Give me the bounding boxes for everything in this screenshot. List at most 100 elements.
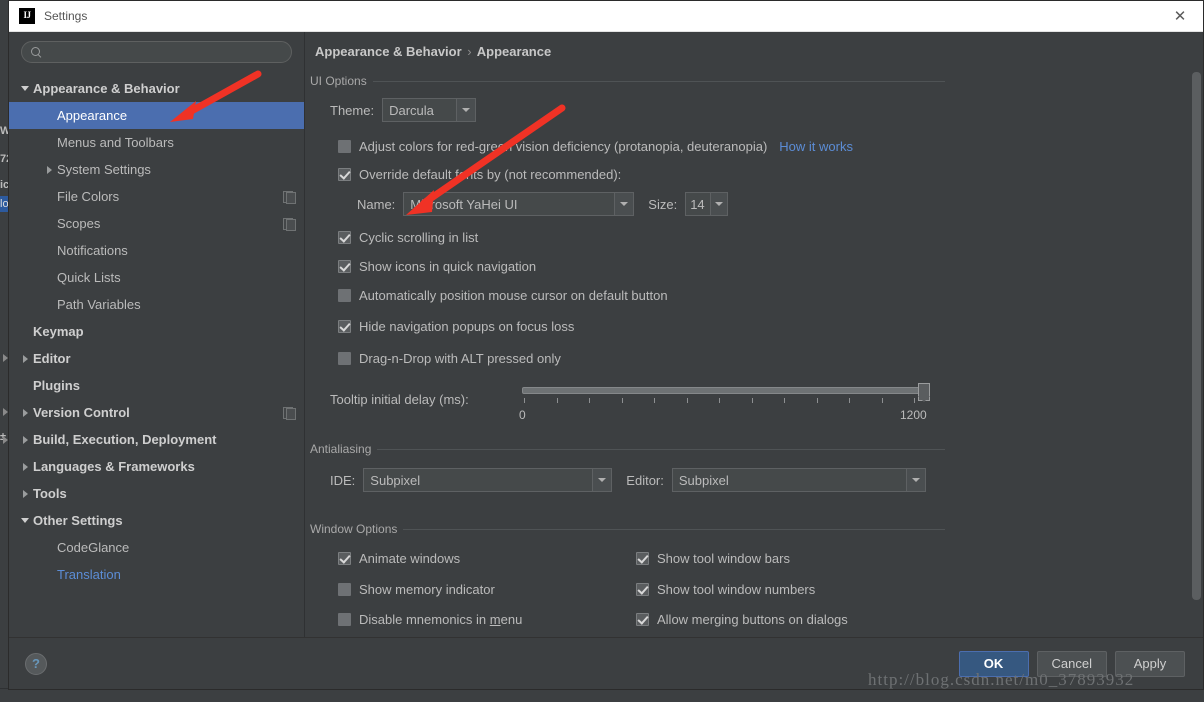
allow-merging-buttons-label: Allow merging buttons on dialogs bbox=[657, 612, 848, 627]
cyclic-scrolling-checkbox[interactable] bbox=[338, 231, 351, 244]
chevron-down-icon[interactable] bbox=[710, 193, 728, 215]
scrollbar-thumb[interactable] bbox=[1192, 72, 1201, 600]
editor-antialiasing-select[interactable]: Subpixel bbox=[671, 468, 926, 492]
sidebar-item-plugins[interactable]: Plugins bbox=[9, 372, 304, 399]
font-size-select[interactable]: 14 bbox=[685, 192, 729, 216]
sidebar-item-label: Appearance & Behavior bbox=[33, 81, 180, 96]
sidebar-item-appearance[interactable]: Appearance bbox=[9, 102, 304, 129]
theme-label: Theme: bbox=[330, 102, 375, 118]
sidebar-item-other-settings[interactable]: Other Settings bbox=[9, 507, 304, 534]
theme-select[interactable]: Darcula bbox=[382, 98, 477, 122]
mnemonic-key: m bbox=[489, 612, 501, 627]
sidebar-item-appearance-behavior[interactable]: Appearance & Behavior bbox=[9, 75, 304, 102]
override-fonts-label: Override default fonts by (not recommend… bbox=[359, 167, 622, 182]
font-name-select[interactable]: Microsoft YaHei UI bbox=[403, 192, 635, 216]
show-tool-window-numbers-checkbox[interactable] bbox=[636, 583, 649, 596]
ide-antialiasing-select[interactable]: Subpixel bbox=[363, 468, 613, 492]
sidebar-item-scopes[interactable]: Scopes bbox=[9, 210, 304, 237]
sidebar-item-codeglance[interactable]: CodeGlance bbox=[9, 534, 304, 561]
search-icon bbox=[30, 46, 43, 59]
tooltip-delay-slider[interactable]: 0 1200 bbox=[519, 380, 942, 430]
sidebar-item-tools[interactable]: Tools bbox=[9, 480, 304, 507]
editor-antialiasing-label: Editor: bbox=[626, 472, 664, 488]
sidebar-item-path-variables[interactable]: Path Variables bbox=[9, 291, 304, 318]
allow-merging-buttons-checkbox[interactable] bbox=[636, 613, 649, 626]
copy-settings-icon[interactable] bbox=[283, 407, 296, 420]
search-input[interactable] bbox=[43, 45, 283, 59]
chevron-right-icon[interactable] bbox=[17, 435, 33, 444]
sidebar-item-label: Appearance bbox=[57, 108, 128, 123]
sidebar-item-build-execution-deployment[interactable]: Build, Execution, Deployment bbox=[9, 426, 304, 453]
settings-sidebar: Appearance & Behavior Appearance Menus and… bbox=[9, 32, 304, 637]
sidebar-item-editor[interactable]: Editor bbox=[9, 345, 304, 372]
chevron-down-icon[interactable] bbox=[592, 469, 612, 491]
sidebar-item-file-colors[interactable]: File Colors bbox=[9, 183, 304, 210]
chevron-right-icon[interactable] bbox=[17, 462, 33, 471]
slider-tick bbox=[914, 398, 915, 403]
sidebar-item-system-settings[interactable]: System Settings bbox=[9, 156, 304, 183]
window-options-group: Window Options bbox=[310, 522, 945, 536]
search-box[interactable] bbox=[21, 41, 292, 63]
main-panel-scrollbar[interactable] bbox=[1192, 72, 1201, 632]
dialog-footer: ? OK Cancel Apply bbox=[9, 637, 1203, 689]
drag-alt-checkbox[interactable] bbox=[338, 352, 351, 365]
sidebar-item-menus-and-toolbars[interactable]: Menus and Toolbars bbox=[9, 129, 304, 156]
disable-mnemonics-label: Disable mnemonics in menu bbox=[359, 612, 522, 627]
show-tool-window-bars-checkbox[interactable] bbox=[636, 552, 649, 565]
sidebar-item-label: Scopes bbox=[57, 216, 101, 231]
slider-track bbox=[522, 387, 926, 394]
sidebar-item-keymap[interactable]: Keymap bbox=[9, 318, 304, 345]
sidebar-item-label: Notifications bbox=[57, 243, 128, 258]
chevron-right-icon[interactable] bbox=[41, 165, 57, 174]
adjust-colors-label: Adjust colors for red-green vision defic… bbox=[359, 139, 768, 154]
apply-button[interactable]: Apply bbox=[1115, 650, 1185, 677]
disable-mnemonics-checkbox[interactable] bbox=[338, 613, 351, 626]
show-tool-window-numbers-label: Show tool window numbers bbox=[657, 582, 816, 597]
adjust-colors-checkbox[interactable] bbox=[338, 140, 351, 153]
show-memory-indicator-checkbox[interactable] bbox=[338, 583, 351, 596]
show-icons-checkbox[interactable] bbox=[338, 260, 351, 273]
cyclic-scrolling-row: Cyclic scrolling in list bbox=[338, 230, 478, 245]
chevron-down-icon[interactable] bbox=[17, 86, 33, 91]
chevron-down-icon[interactable] bbox=[17, 518, 33, 523]
slider-tick bbox=[719, 398, 720, 403]
ide-antialiasing-value: Subpixel bbox=[370, 472, 421, 488]
breadcrumb-parent: Appearance & Behavior bbox=[315, 44, 462, 59]
chevron-right-icon[interactable] bbox=[17, 354, 33, 363]
copy-settings-icon[interactable] bbox=[283, 191, 296, 204]
antialiasing-title-row: Antialiasing bbox=[310, 442, 945, 456]
sidebar-item-languages-frameworks[interactable]: Languages & Frameworks bbox=[9, 453, 304, 480]
copy-settings-icon[interactable] bbox=[283, 218, 296, 231]
sidebar-item-label: Version Control bbox=[33, 405, 130, 420]
chevron-down-icon[interactable] bbox=[456, 99, 476, 121]
sidebar-item-translation[interactable]: Translation bbox=[9, 561, 304, 588]
cancel-button[interactable]: Cancel bbox=[1036, 650, 1107, 677]
window-options-title-row: Window Options bbox=[310, 522, 945, 536]
chevron-right-icon[interactable] bbox=[17, 408, 33, 417]
font-name-value: Microsoft YaHei UI bbox=[410, 196, 518, 212]
ok-button[interactable]: OK bbox=[958, 650, 1029, 677]
sidebar-item-version-control[interactable]: Version Control bbox=[9, 399, 304, 426]
theme-value: Darcula bbox=[389, 102, 434, 118]
slider-tick bbox=[654, 398, 655, 403]
sidebar-item-quick-lists[interactable]: Quick Lists bbox=[9, 264, 304, 291]
chevron-right-icon[interactable] bbox=[17, 489, 33, 498]
slider-thumb[interactable] bbox=[918, 383, 930, 402]
sidebar-item-notifications[interactable]: Notifications bbox=[9, 237, 304, 264]
slider-tick bbox=[686, 398, 688, 403]
sidebar-item-label: Path Variables bbox=[57, 297, 141, 312]
hide-popups-checkbox[interactable] bbox=[338, 320, 351, 333]
chevron-down-icon[interactable] bbox=[905, 469, 925, 491]
chevron-down-icon[interactable] bbox=[614, 193, 634, 215]
slider-tick bbox=[849, 398, 850, 403]
close-icon[interactable]: ✕ bbox=[1157, 1, 1203, 32]
slider-tick bbox=[816, 398, 818, 403]
mnemonic-post: enu bbox=[500, 612, 523, 627]
ui-options-group: UI Options bbox=[310, 74, 945, 88]
override-fonts-checkbox[interactable] bbox=[338, 168, 351, 181]
auto-position-cursor-checkbox[interactable] bbox=[338, 289, 351, 302]
font-size-label: Size: bbox=[648, 196, 678, 212]
help-button[interactable]: ? bbox=[25, 652, 47, 675]
how-it-works-link[interactable]: How it works bbox=[779, 139, 853, 154]
animate-windows-checkbox[interactable] bbox=[338, 552, 351, 565]
